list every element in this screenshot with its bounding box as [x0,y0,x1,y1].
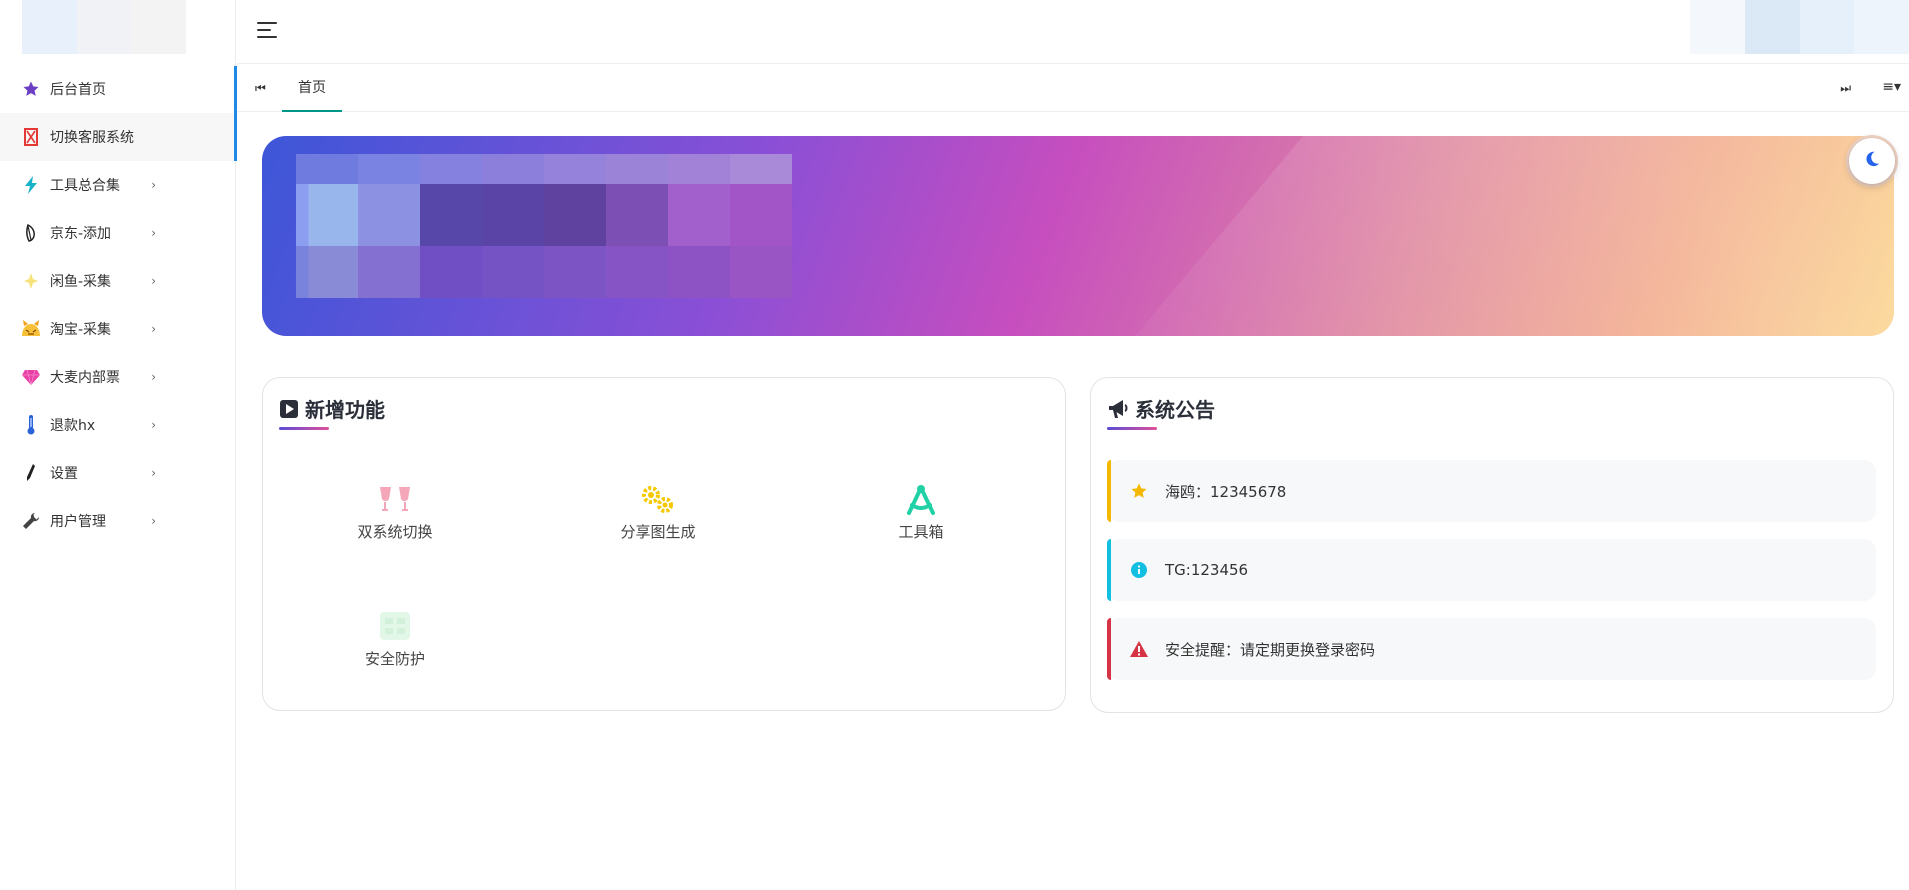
notice-item: TG:123456 [1107,539,1876,601]
megaphone-icon [1107,399,1129,419]
sidebar-item-label: 后台首页 [50,82,106,98]
chevron-right-icon: › [151,178,156,192]
tab-options-icon[interactable]: ≡▾ [1882,79,1901,95]
sidebar-item-label: 大麦内部票 [50,370,120,386]
notice-text: 海鸥：12345678 [1165,482,1287,501]
avatar-block [1690,0,1745,54]
feature-toolbox[interactable]: 工具箱 [841,475,1001,542]
card-title-text: 系统公告 [1135,398,1215,422]
title-underline [1107,427,1157,430]
card-title-text: 新增功能 [305,398,385,422]
compass-icon [841,475,1001,515]
chevron-right-icon: › [151,466,156,480]
sidebar-item-label: 闲鱼-采集 [50,274,112,290]
sidebar-item-label: 退款hx [50,418,96,434]
tab-bar: ⏮ 首页 ⏭ ≡▾ [237,65,1909,112]
card-title: 系统公告 [1107,394,1215,423]
notice-item: 海鸥：12345678 [1107,460,1876,522]
logo[interactable] [22,0,187,54]
feature-label: 工具箱 [898,523,944,541]
wrench-icon [20,510,42,532]
gem-icon [20,366,42,388]
sidebar-item-jd-add[interactable]: 京东-添加 › [0,209,236,257]
tab-home[interactable]: 首页 [282,65,342,112]
logo-block [22,0,77,54]
avatar-block [1854,0,1909,54]
sidebar-menu: 后台首页 切换客服系统 工具总合集 › 京东-添加 › 闲鱼-采集 › 淘宝-采… [0,65,236,545]
lightning-icon [20,174,42,196]
sidebar-item-damai[interactable]: 大麦内部票 › [0,353,236,401]
feature-dual-system[interactable]: 双系统切换 [315,475,475,542]
feature-security[interactable]: 安全防护 [315,602,475,669]
sidebar-item-taobao[interactable]: 淘宝-采集 › [0,305,236,353]
sidebar-item-refund[interactable]: 退款hx › [0,401,236,449]
avatar-block [1744,0,1800,54]
chevron-right-icon: › [151,226,156,240]
notice-item: 安全提醒：请定期更换登录密码 [1107,618,1876,680]
sidebar-item-users[interactable]: 用户管理 › [0,497,236,545]
cat-face-icon [20,318,42,340]
user-avatar[interactable] [1690,0,1909,54]
logo-block [131,0,187,54]
avatar-block [1799,0,1855,54]
sidebar-item-label: 切换客服系统 [50,130,134,146]
system-notice-card: 系统公告 海鸥：12345678 TG:123456 安全提醒：请定期更换登录密… [1090,377,1894,713]
gears-icon [578,475,738,515]
sidebar-item-label: 淘宝-采集 [50,322,112,338]
sidebar-item-switch-service[interactable]: 切换客服系统 [0,113,236,161]
sidebar-item-settings[interactable]: 设置 › [0,449,236,497]
new-features-card: 新增功能 双系统切换 分享图生成 工具箱 安全防护 [262,377,1066,711]
feature-share-image[interactable]: 分享图生成 [578,475,738,542]
tab-scroll-left-icon[interactable]: ⏮ [255,81,266,96]
feature-label: 双系统切换 [357,523,433,541]
notice-text: TG:123456 [1165,561,1249,579]
feature-label: 安全防护 [364,650,425,668]
star-icon [1129,482,1149,500]
pen-icon [20,462,42,484]
chevron-right-icon: › [151,274,156,288]
warning-icon [1129,641,1149,657]
star-icon [20,78,42,100]
sidebar-item-tools[interactable]: 工具总合集 › [0,161,236,209]
shield-pattern-icon [315,602,475,642]
sidebar-item-label: 工具总合集 [50,178,120,194]
sidebar-item-label: 用户管理 [50,514,106,530]
leaf-icon [20,222,42,244]
chevron-right-icon: › [151,418,156,432]
logo-block [76,0,132,54]
banner-sheen [1017,136,1894,336]
banner-pixelated-text [296,154,792,298]
x-box-icon [20,126,42,148]
sidebar-item-xianyu[interactable]: 闲鱼-采集 › [0,257,236,305]
welcome-banner [262,136,1894,336]
sidebar-item-home[interactable]: 后台首页 [0,65,236,113]
title-underline [279,427,329,430]
info-icon [1129,562,1149,578]
sidebar-item-label: 京东-添加 [50,226,112,242]
feature-label: 分享图生成 [620,523,696,541]
chevron-right-icon: › [151,514,156,528]
hamburger-icon[interactable] [257,18,283,42]
sidebar-item-label: 设置 [50,466,78,482]
chevron-right-icon: › [151,370,156,384]
notice-text: 安全提醒：请定期更换登录密码 [1165,640,1376,659]
sidebar: 后台首页 切换客服系统 工具总合集 › 京东-添加 › 闲鱼-采集 › 淘宝-采… [0,0,236,890]
moon-icon [1863,150,1881,172]
play-square-icon [279,399,299,419]
sparkle-icon [20,270,42,292]
card-title: 新增功能 [279,394,385,423]
dark-mode-toggle[interactable] [1849,138,1895,184]
toast-glasses-icon [315,475,475,515]
chevron-right-icon: › [151,322,156,336]
thermometer-icon [20,414,42,436]
tab-scroll-right-icon[interactable]: ⏭ [1840,81,1851,96]
top-header [237,0,1909,64]
